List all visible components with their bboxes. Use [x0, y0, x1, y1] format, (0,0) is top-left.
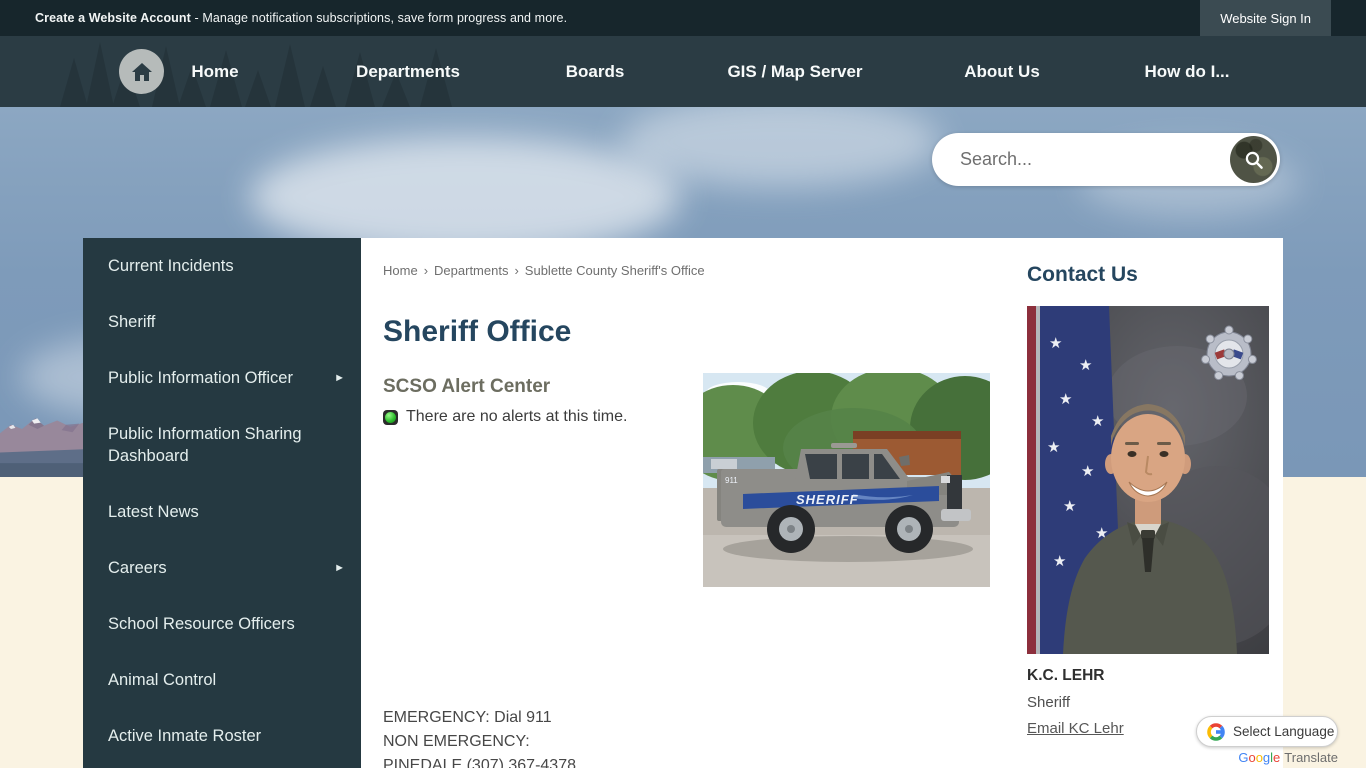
contact-name: K.C. LEHR [1027, 667, 1105, 684]
translate-label: Translate [1284, 750, 1338, 765]
search-icon [1245, 151, 1263, 169]
sidebar-item-active-inmate-roster[interactable]: Active Inmate Roster [83, 708, 361, 764]
sidebar-item-label: Latest News [108, 503, 199, 521]
nav-item-how-do-i[interactable]: How do I... [1145, 36, 1230, 107]
page-title: Sheriff Office [383, 315, 572, 348]
emergency-line: PINEDALE (307) 367-4378 [383, 757, 576, 768]
home-logo-button[interactable] [119, 49, 164, 94]
svg-text:★: ★ [1053, 553, 1066, 570]
search-button[interactable] [1230, 136, 1277, 183]
page-root: Create a Website Account - Manage notifi… [0, 0, 1366, 768]
google-g-icon [1207, 722, 1225, 741]
main-content-panel: Home › Departments › Sublette County Sheriff… [361, 238, 1283, 768]
svg-text:★: ★ [1063, 498, 1076, 515]
sidebar-item-label: Sheriff [108, 313, 156, 331]
select-language-label: Select Language [1233, 724, 1335, 739]
svg-text:★: ★ [1079, 357, 1092, 374]
breadcrumb-departments[interactable]: Departments [434, 263, 508, 278]
emergency-contact-text: EMERGENCY: Dial 911 NON EMERGENCY: PINED… [383, 706, 576, 768]
sidebar-item-label: Current Incidents [108, 257, 234, 275]
search-input[interactable] [932, 133, 1280, 186]
breadcrumb-separator: › [514, 263, 519, 278]
sidebar-item-current-incidents[interactable]: Current Incidents [83, 238, 361, 294]
breadcrumb-current-page: Sublette County Sheriff's Office [524, 263, 705, 278]
website-signin-button[interactable]: Website Sign In [1200, 0, 1331, 36]
truck-sheriff-decal-text: SHERIFF [796, 492, 859, 507]
svg-text:★: ★ [1047, 439, 1060, 456]
submenu-arrow-icon: ► [334, 562, 345, 574]
section-sidebar-menu: Current Incidents Sheriff Public Informa… [83, 238, 361, 768]
google-translate-select[interactable]: Select Language [1196, 716, 1338, 747]
sidebar-item-public-information-sharing-dashboard[interactable]: Public Information Sharing Dashboard [83, 406, 361, 484]
green-status-light-icon [383, 409, 398, 425]
google-wordmark: Google [1238, 750, 1281, 765]
cloud-decor [620, 107, 940, 187]
account-promo-suffix: - Manage notification subscriptions, sav… [190, 11, 568, 25]
svg-text:★: ★ [1049, 335, 1062, 352]
sidebar-item-careers[interactable]: Careers ► [83, 540, 361, 596]
site-search [932, 133, 1280, 186]
sheriff-truck-photo: SHERIFF 911 [703, 373, 990, 587]
sidebar-item-label: Public Information Officer [108, 369, 293, 387]
alert-status-text: There are no alerts at this time. [406, 408, 628, 425]
alert-status-row: There are no alerts at this time. [383, 408, 627, 426]
sidebar-item-animal-control[interactable]: Animal Control [83, 652, 361, 708]
breadcrumb-separator: › [423, 263, 429, 278]
account-promo-text[interactable]: Create a Website Account - Manage notifi… [35, 11, 567, 25]
utility-topbar: Create a Website Account - Manage notifi… [0, 0, 1366, 36]
sidebar-item-latest-news[interactable]: Latest News [83, 484, 361, 540]
sidebar-item-public-information-officer[interactable]: Public Information Officer ► [83, 350, 361, 406]
email-kc-lehr-link[interactable]: Email KC Lehr [1027, 720, 1124, 737]
emergency-line: NON EMERGENCY: [383, 733, 530, 750]
sidebar-item-label: Careers [108, 559, 167, 577]
nav-item-departments[interactable]: Departments [356, 36, 460, 107]
contact-us-heading: Contact Us [1027, 263, 1138, 286]
main-nav: Home Departments Boards GIS / Map Server… [0, 36, 1366, 107]
svg-text:★: ★ [1091, 413, 1104, 430]
google-translate-attribution[interactable]: Google Translate [1196, 750, 1338, 765]
nav-item-gis-map-server[interactable]: GIS / Map Server [727, 36, 862, 107]
home-icon [131, 62, 152, 81]
sidebar-item-label: Animal Control [108, 671, 217, 689]
create-account-link[interactable]: Create a Website Account [35, 11, 191, 25]
nav-item-boards[interactable]: Boards [566, 36, 625, 107]
breadcrumb-home[interactable]: Home [383, 263, 418, 278]
sidebar-item-sheriff[interactable]: Sheriff [83, 294, 361, 350]
emergency-line: EMERGENCY: Dial 911 [383, 709, 552, 726]
sidebar-item-label: School Resource Officers [108, 615, 295, 633]
sidebar-item-label: Public Information Sharing Dashboard [108, 425, 302, 465]
truck-911-decal-text: 911 [725, 476, 738, 485]
submenu-arrow-icon: ► [334, 372, 345, 384]
sheriff-portrait-photo: ★★★ ★★★ ★★★ ★★★ [1027, 306, 1269, 654]
contact-role: Sheriff [1027, 694, 1071, 711]
breadcrumb: Home › Departments › Sublette County Sheriff… [383, 263, 705, 278]
svg-text:★: ★ [1059, 391, 1072, 408]
sidebar-item-school-resource-officers[interactable]: School Resource Officers [83, 596, 361, 652]
nav-item-about-us[interactable]: About Us [964, 36, 1040, 107]
alert-center-heading: SCSO Alert Center [383, 376, 551, 397]
svg-text:★: ★ [1081, 463, 1094, 480]
nav-item-home[interactable]: Home [191, 36, 238, 107]
contact-us-section: Contact Us ★ ★ ★ ★ ★ ★ ★ ★ ★ K.C. LEHR S… [1027, 238, 1269, 738]
sidebar-item-label: Active Inmate Roster [108, 727, 262, 745]
